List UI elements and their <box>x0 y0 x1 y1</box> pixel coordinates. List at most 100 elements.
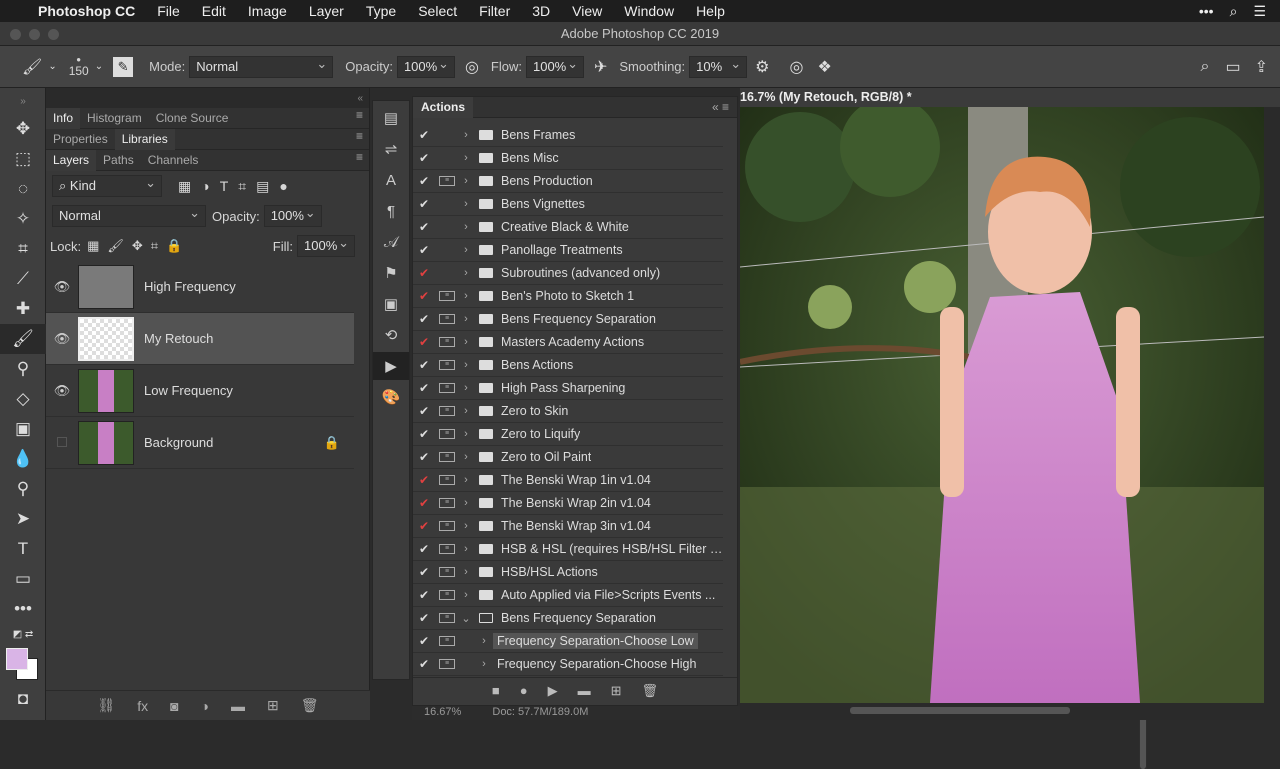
checkmark-icon[interactable]: ✔ <box>413 496 435 510</box>
lock-image-icon[interactable]: 🖌 <box>107 238 124 254</box>
mode-dropdown[interactable]: Normal <box>189 54 334 78</box>
dialog-toggle-icon[interactable]: ≡ <box>439 406 455 416</box>
chevron-right-icon[interactable]: › <box>459 313 473 325</box>
adjustment-layer-icon[interactable]: ◑ <box>201 698 209 714</box>
checkmark-icon[interactable]: ✔ <box>413 174 435 188</box>
path-selection-tool-icon[interactable]: ➤ <box>0 504 46 534</box>
artboard-lock-icon[interactable]: ⌗ <box>151 238 158 254</box>
adjustments-icon[interactable]: ⇌ <box>373 135 409 163</box>
checkmark-icon[interactable]: ✔ <box>413 151 435 165</box>
checkmark-icon[interactable]: ✔ <box>413 220 435 234</box>
chevron-right-icon[interactable]: › <box>477 658 491 670</box>
dialog-toggle-icon[interactable]: ≡ <box>439 567 455 577</box>
tab-actions[interactable]: Actions <box>413 96 474 118</box>
chevron-right-icon[interactable]: › <box>459 474 473 486</box>
checkmark-icon[interactable]: ✔ <box>413 519 435 533</box>
menu-help[interactable]: Help <box>696 3 725 19</box>
dialog-toggle-icon[interactable]: ≡ <box>439 337 455 347</box>
workspace-icon[interactable]: ▭ <box>1225 57 1240 77</box>
canvas-vertical-scrollbar[interactable] <box>1264 107 1280 703</box>
glyphs-icon[interactable]: 𝒜 <box>373 228 409 256</box>
zoom-level[interactable]: 16.67% <box>424 706 461 718</box>
action-set[interactable]: ✔ ≡ › High Pass Sharpening <box>413 377 723 400</box>
menu-file[interactable]: File <box>157 3 180 19</box>
new-action-icon[interactable]: ⊞ <box>611 683 622 699</box>
menu-filter[interactable]: Filter <box>479 3 510 19</box>
chevron-right-icon[interactable]: › <box>459 497 473 509</box>
pressure-size-icon[interactable]: ◎ <box>790 57 804 77</box>
dialog-toggle-icon[interactable]: ≡ <box>439 291 455 301</box>
chevron-right-icon[interactable]: › <box>459 129 473 141</box>
share-icon[interactable]: ⇪ <box>1255 57 1268 77</box>
checkmark-icon[interactable]: ✔ <box>413 542 435 556</box>
menu-type[interactable]: Type <box>366 3 396 19</box>
dialog-toggle-icon[interactable]: ≡ <box>439 314 455 324</box>
dialog-toggle-icon[interactable]: ≡ <box>439 659 455 669</box>
list-icon[interactable]: ☰ <box>1253 3 1266 20</box>
dialog-toggle-icon[interactable]: ≡ <box>439 429 455 439</box>
action-set[interactable]: ✔ › Bens Frames <box>413 124 723 147</box>
checkmark-icon[interactable]: ✔ <box>413 450 435 464</box>
action-set[interactable]: ✔ › Bens Vignettes <box>413 193 723 216</box>
new-group-icon[interactable]: ▬ <box>231 698 245 714</box>
symmetry-icon[interactable]: ❖ <box>817 57 831 77</box>
action-item[interactable]: ✔ ≡ › Frequency Separation-Choose High <box>413 653 723 676</box>
canvas-horizontal-scrollbar[interactable] <box>740 703 1280 720</box>
dialog-toggle-icon[interactable]: ≡ <box>439 613 455 623</box>
trash-icon[interactable]: 🗑 <box>642 683 659 699</box>
tab-channels[interactable]: Channels <box>141 150 206 171</box>
action-set[interactable]: ✔ ≡ › Zero to Liquify <box>413 423 723 446</box>
action-set[interactable]: ✔ ≡ › The Benski Wrap 3in v1.04 <box>413 515 723 538</box>
dialog-toggle-icon[interactable]: ≡ <box>439 360 455 370</box>
action-set[interactable]: ✔ ≡ › Masters Academy Actions <box>413 331 723 354</box>
stop-icon[interactable]: ■ <box>492 683 500 698</box>
fill-field[interactable]: 100% <box>297 233 355 257</box>
checkmark-icon[interactable]: ✔ <box>413 266 435 280</box>
move-tool-icon[interactable]: ✥ <box>0 114 46 144</box>
search-icon[interactable]: ⌕ <box>1201 58 1210 76</box>
panel-menu-icon[interactable]: ≡ <box>356 108 363 122</box>
chevron-down-icon[interactable]: ⌄ <box>48 61 56 72</box>
flow-field[interactable]: 100% <box>525 54 584 78</box>
actions-icon[interactable]: ▶ <box>373 352 409 380</box>
layer-row[interactable]: 👁 My Retouch <box>46 313 354 365</box>
dialog-toggle-icon[interactable] <box>439 153 455 163</box>
blur-tool-icon[interactable]: 💧 <box>0 444 46 474</box>
blend-mode-dropdown[interactable]: Normal <box>52 203 206 227</box>
menu-image[interactable]: Image <box>248 3 287 19</box>
tab-properties[interactable]: Properties <box>46 129 115 150</box>
close-window-button[interactable] <box>10 29 21 40</box>
smoothing-field[interactable]: 10% <box>689 54 748 78</box>
tab-info[interactable]: Info <box>46 107 81 129</box>
dialog-toggle-icon[interactable]: ≡ <box>439 475 455 485</box>
chevron-right-icon[interactable]: › <box>459 175 473 187</box>
collapse-icon[interactable]: » <box>0 88 46 114</box>
checkmark-icon[interactable]: ✔ <box>413 312 435 326</box>
menu-select[interactable]: Select <box>418 3 457 19</box>
chevron-down-icon[interactable]: ⌄ <box>459 612 473 625</box>
smart-object-filter-icon[interactable]: ▤ <box>256 178 269 195</box>
dialog-toggle-icon[interactable]: ≡ <box>439 544 455 554</box>
chevron-right-icon[interactable]: › <box>477 635 491 647</box>
fx-icon[interactable]: fx <box>137 698 148 714</box>
checkmark-icon[interactable]: ✔ <box>413 381 435 395</box>
character-icon[interactable]: A <box>373 166 409 194</box>
dialog-toggle-icon[interactable] <box>439 245 455 255</box>
chevron-right-icon[interactable]: › <box>459 359 473 371</box>
action-set[interactable]: ✔ ≡ › Zero to Skin <box>413 400 723 423</box>
checkmark-icon[interactable]: ✔ <box>413 197 435 211</box>
checkmark-icon[interactable]: ✔ <box>413 565 435 579</box>
filter-toggle-icon[interactable]: ● <box>279 178 287 195</box>
styles-icon[interactable]: ⚑ <box>373 259 409 287</box>
action-set[interactable]: ✔ ≡ › HSB & HSL (requires HSB/HSL Filter i.… <box>413 538 723 561</box>
brush-settings-icon[interactable]: ✎ <box>113 56 134 77</box>
new-layer-icon[interactable]: ⊞ <box>267 697 279 714</box>
menu-3d[interactable]: 3D <box>532 3 550 19</box>
tab-clone-source[interactable]: Clone Source <box>149 108 236 129</box>
lock-transparent-icon[interactable]: ▦ <box>87 238 99 254</box>
tab-layers[interactable]: Layers <box>46 149 97 171</box>
swatches-icon[interactable]: 🎨 <box>373 383 409 411</box>
eye-icon[interactable]: 👁 <box>46 279 78 295</box>
checkmark-icon[interactable]: ✔ <box>413 358 435 372</box>
layer-row[interactable]: Background 🔒 <box>46 417 354 469</box>
